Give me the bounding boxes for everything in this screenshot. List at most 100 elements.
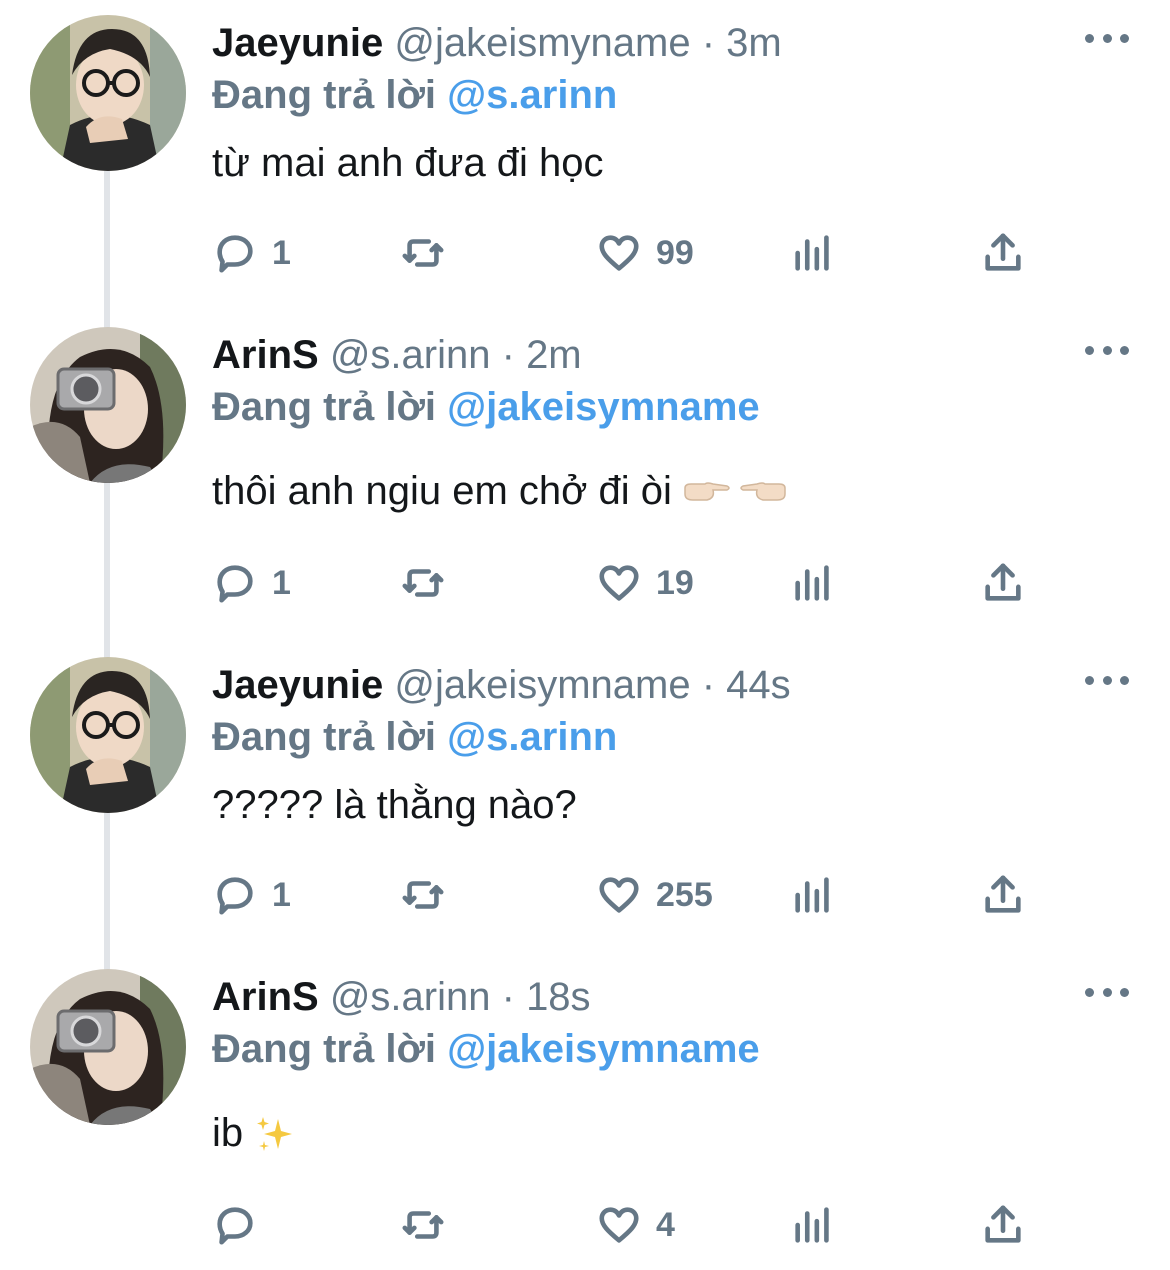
tweet[interactable]: Jaeyunie @jakeismyname · 3m Đang trả lời… [0,0,1170,312]
sparkles-icon [257,1117,293,1152]
share-icon [985,563,1021,601]
analytics-button[interactable] [790,870,836,920]
reply-icon [217,1207,253,1245]
avatar[interactable] [30,969,186,1125]
tweet-header: Jaeyunie @jakeismyname · 3m [212,20,782,66]
tweet-header: Jaeyunie @jakeisymname · 44s [212,662,791,708]
share-icon [985,233,1021,271]
tweet-text: từ mai anh đưa đi học [212,141,604,185]
display-name[interactable]: Jaeyunie [212,21,383,65]
action-bar: 1 19 [0,558,1170,608]
reply-mention-link[interactable]: @s.arinn [447,73,617,117]
reply-mention-link[interactable]: @jakeisymname [447,385,760,429]
timestamp[interactable]: 3m [726,21,782,65]
tweet-text-content: thôi anh ngiu em chở đi òi [212,469,672,513]
retweet-button[interactable] [400,558,446,608]
reply-prefix: Đang trả lời [212,73,437,117]
timestamp[interactable]: 2m [526,333,582,377]
analytics-button[interactable] [790,558,836,608]
share-icon [985,1205,1021,1243]
reply-mention-link[interactable]: @s.arinn [447,715,617,759]
share-button[interactable] [980,1200,1026,1250]
separator: · [501,975,515,1019]
tweet[interactable]: ArinS @s.arinn · 2m Đang trả lời @jakeis… [0,312,1170,642]
like-count: 255 [656,875,713,914]
user-handle[interactable]: @s.arinn [330,333,491,377]
display-name[interactable]: ArinS [212,975,319,1019]
user-handle[interactable]: @jakeisymname [394,663,690,707]
avatar-jaeyunie-image [30,15,186,171]
share-icon [985,875,1021,913]
like-button[interactable]: 255 [596,870,713,920]
share-button[interactable] [980,228,1026,278]
analytics-button[interactable] [790,1200,836,1250]
like-button[interactable]: 4 [596,1200,675,1250]
reply-button[interactable] [212,1200,272,1250]
tweet-header: ArinS @s.arinn · 18s [212,974,591,1020]
replying-to: Đang trả lời @s.arinn [212,714,617,760]
separator: · [701,663,716,707]
reply-button[interactable]: 1 [212,870,291,920]
avatar[interactable] [30,657,186,813]
timestamp[interactable]: 44s [726,663,791,707]
tweet-text: thôi anh ngiu em chở đi òi [212,468,787,514]
share-button[interactable] [980,558,1026,608]
reply-prefix: Đang trả lời [212,385,437,429]
analytics-icon [795,877,829,913]
like-count: 4 [656,1205,675,1244]
more-options-icon[interactable] [1085,670,1129,690]
analytics-button[interactable] [790,228,836,278]
more-options-icon[interactable] [1085,982,1129,1002]
retweet-button[interactable] [400,870,446,920]
like-button[interactable]: 19 [596,558,694,608]
share-button[interactable] [980,870,1026,920]
pointing-fingers-icon [684,482,786,502]
reply-prefix: Đang trả lời [212,1027,437,1071]
reply-count: 1 [272,563,291,602]
tweet-text: ib [212,1110,296,1156]
user-handle[interactable]: @s.arinn [330,975,491,1019]
replying-to: Đang trả lời @s.arinn [212,72,617,118]
avatar[interactable] [30,327,186,483]
like-button[interactable]: 99 [596,228,694,278]
analytics-icon [795,1207,829,1243]
action-bar: 1 99 [0,228,1170,278]
avatar-arins-image [30,327,186,483]
heart-icon [599,235,639,271]
like-count: 99 [656,233,694,272]
retweet-button[interactable] [400,228,446,278]
retweet-icon [402,569,444,597]
tweet-text: ????? là thằng nào? [212,783,577,827]
avatar[interactable] [30,15,186,171]
reply-icon [217,235,253,273]
separator: · [701,21,716,65]
heart-icon [599,1207,639,1243]
separator: · [501,333,515,377]
retweet-icon [402,881,444,909]
reply-count: 1 [272,875,291,914]
reply-button[interactable]: 1 [212,228,291,278]
reply-icon [217,877,253,915]
tweet-text-content: ib [212,1111,244,1155]
action-bar: 1 255 [0,870,1170,920]
avatar-jaeyunie-image [30,657,186,813]
heart-icon [599,877,639,913]
action-bar: 4 [0,1200,1170,1250]
user-handle[interactable]: @jakeismyname [394,21,690,65]
reply-count: 1 [272,233,291,272]
analytics-icon [795,565,829,601]
display-name[interactable]: ArinS [212,333,319,377]
retweet-icon [402,239,444,267]
replying-to: Đang trả lời @jakeisymname [212,1026,760,1072]
more-options-icon[interactable] [1085,28,1129,48]
like-count: 19 [656,563,694,602]
display-name[interactable]: Jaeyunie [212,663,383,707]
tweet[interactable]: ArinS @s.arinn · 18s Đang trả lời @jakei… [0,954,1170,1270]
tweet[interactable]: Jaeyunie @jakeisymname · 44s Đang trả lờ… [0,642,1170,954]
more-options-icon[interactable] [1085,340,1129,360]
avatar-arins-image [30,969,186,1125]
reply-mention-link[interactable]: @jakeisymname [447,1027,760,1071]
retweet-button[interactable] [400,1200,446,1250]
timestamp[interactable]: 18s [526,975,591,1019]
reply-button[interactable]: 1 [212,558,291,608]
